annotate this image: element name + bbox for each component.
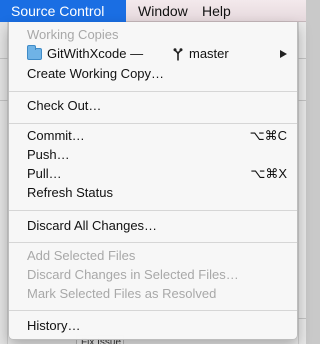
menu-bar: Source Control Window Help bbox=[0, 0, 306, 22]
commit-label: Commit… bbox=[27, 128, 85, 143]
menu-item-push[interactable]: Push… bbox=[9, 146, 297, 164]
menu-source-control[interactable]: Source Control bbox=[0, 0, 126, 22]
background-window-right-edge bbox=[298, 22, 306, 344]
source-control-dropdown: Working Copies GitWithXcode — master Cre… bbox=[8, 22, 298, 340]
branch-name-label: master bbox=[189, 46, 229, 61]
background-divider bbox=[0, 58, 8, 59]
background-divider bbox=[298, 58, 306, 59]
menu-item-discard-changes-selected-files[interactable]: Discard Changes in Selected Files… bbox=[9, 266, 297, 284]
submenu-arrow-icon bbox=[280, 50, 287, 58]
menu-item-commit[interactable]: Commit… ⌥⌘C bbox=[9, 127, 297, 145]
menu-help[interactable]: Help bbox=[195, 0, 238, 22]
background-window-left-edge bbox=[0, 22, 8, 344]
repo-name-label: GitWithXcode — bbox=[47, 46, 144, 61]
menu-separator bbox=[9, 123, 297, 124]
menu-window[interactable]: Window bbox=[131, 0, 195, 22]
background-divider bbox=[298, 100, 306, 101]
menu-item-history[interactable]: History… bbox=[9, 317, 297, 335]
menu-item-pull[interactable]: Pull… ⌥⌘X bbox=[9, 165, 297, 183]
pull-shortcut: ⌥⌘X bbox=[250, 166, 287, 181]
menu-separator bbox=[9, 91, 297, 92]
working-copies-header: Working Copies bbox=[27, 27, 119, 42]
menu-item-create-working-copy[interactable]: Create Working Copy… bbox=[9, 65, 297, 83]
commit-shortcut: ⌥⌘C bbox=[249, 128, 287, 143]
menu-item-working-copy-gitwithxcode[interactable]: GitWithXcode — master bbox=[9, 45, 297, 63]
menu-separator bbox=[9, 310, 297, 311]
folder-icon bbox=[27, 45, 42, 60]
menu-item-refresh-status[interactable]: Refresh Status bbox=[9, 184, 297, 202]
menu-separator bbox=[9, 210, 297, 211]
menu-item-discard-all-changes[interactable]: Discard All Changes… bbox=[9, 217, 297, 235]
background-divider bbox=[0, 100, 8, 101]
branch-icon bbox=[173, 48, 183, 61]
menu-item-add-selected-files[interactable]: Add Selected Files bbox=[9, 247, 297, 265]
menu-separator bbox=[9, 242, 297, 243]
menu-item-check-out[interactable]: Check Out… bbox=[9, 97, 297, 115]
pull-label: Pull… bbox=[27, 166, 62, 181]
background-divider bbox=[298, 318, 306, 319]
menu-item-mark-resolved[interactable]: Mark Selected Files as Resolved bbox=[9, 285, 297, 303]
